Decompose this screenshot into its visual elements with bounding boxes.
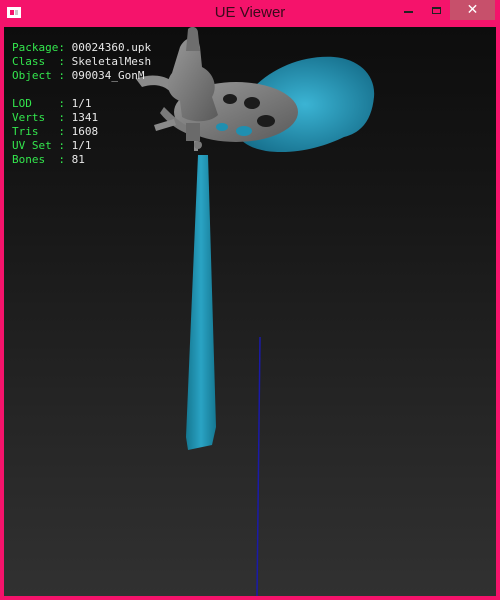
close-icon: ✕	[466, 2, 479, 18]
maximize-icon	[431, 6, 441, 14]
object-row: Object : 090034_GonM	[12, 69, 151, 83]
tris-label: Tris :	[12, 125, 65, 138]
class-value: SkeletalMesh	[71, 55, 152, 68]
axis-line	[256, 336, 261, 596]
tris-row: Tris : 1608	[12, 125, 151, 139]
bones-row: Bones : 81	[12, 153, 151, 167]
verts-label: Verts :	[12, 111, 65, 124]
tris-value: 1608	[71, 125, 99, 138]
uvset-row: UV Set : 1/1	[12, 139, 151, 153]
bones-label: Bones :	[12, 153, 65, 166]
object-value: 090034_GonM	[71, 69, 145, 82]
close-button[interactable]: ✕	[450, 0, 495, 20]
object-label: Object :	[12, 69, 65, 82]
cloth-ribbon	[186, 155, 216, 450]
class-label: Class :	[12, 55, 65, 68]
minimize-button[interactable]	[395, 0, 421, 20]
lod-value: 1/1	[71, 97, 92, 110]
package-row: Package: 00024360.upk	[12, 41, 151, 55]
maximize-button[interactable]	[423, 0, 449, 20]
verts-row: Verts : 1341	[12, 111, 151, 125]
title-bar[interactable]: UE Viewer ✕	[0, 0, 500, 27]
package-label: Package:	[12, 41, 65, 54]
verts-value: 1341	[71, 111, 99, 124]
lod-row: LOD : 1/1	[12, 97, 151, 111]
bones-value: 81	[71, 153, 85, 166]
3d-viewport[interactable]: Package: 00024360.upk Class : SkeletalMe…	[4, 27, 496, 596]
package-value: 00024360.upk	[71, 41, 152, 54]
app-window: UE Viewer ✕ Package: 00024360.upk Class …	[0, 0, 500, 600]
minimize-icon	[403, 11, 413, 13]
mesh-info-overlay: Package: 00024360.upk Class : SkeletalMe…	[12, 41, 151, 167]
uvset-value: 1/1	[71, 139, 92, 152]
class-row: Class : SkeletalMesh	[12, 55, 151, 69]
lod-label: LOD :	[12, 97, 65, 110]
uvset-label: UV Set :	[12, 139, 65, 152]
